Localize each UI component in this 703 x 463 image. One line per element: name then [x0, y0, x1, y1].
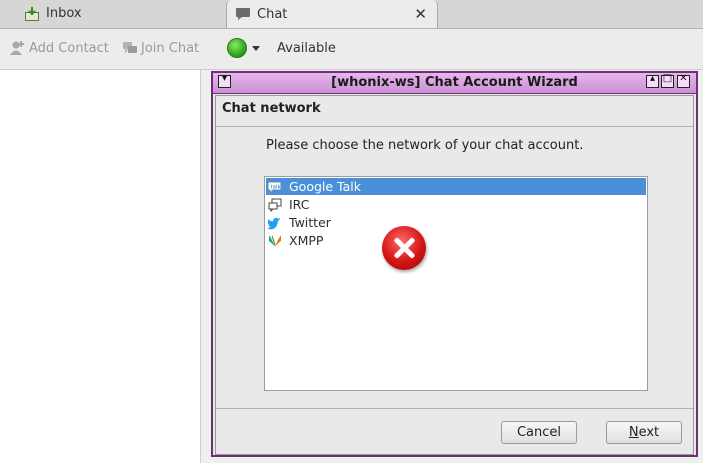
wizard-title: [whonix-ws] Chat Account Wizard	[331, 75, 578, 90]
dropdown-arrow-icon	[252, 45, 260, 51]
tab-chat-label: Chat	[257, 6, 288, 22]
google-talk-icon: talk	[267, 180, 282, 194]
close-icon: ✕	[679, 73, 688, 84]
chat-toolbar: Add Contact Join Chat Available	[0, 29, 703, 70]
close-window-button[interactable]: ✕	[677, 73, 690, 88]
maximize-icon: □	[662, 73, 673, 84]
tab-chat[interactable]: Chat ✕	[226, 0, 438, 28]
join-chat-label: Join Chat	[141, 40, 200, 56]
contacts-pane	[0, 70, 200, 463]
join-chat-button[interactable]: Join Chat	[122, 40, 199, 56]
add-contact-icon	[9, 40, 25, 56]
buttons-divider	[216, 408, 693, 409]
svg-text:talk: talk	[271, 184, 282, 190]
status-selector[interactable]: Available	[227, 38, 336, 58]
maximize-window-button[interactable]: □	[661, 73, 674, 88]
shade-icon: ▴	[649, 73, 656, 84]
heading-divider	[216, 126, 693, 127]
network-item-google-talk[interactable]: talk Google Talk	[266, 178, 646, 195]
next-label-rest: ext	[638, 425, 660, 440]
chat-bubble-icon	[235, 6, 251, 22]
shade-window-button[interactable]: ▴	[646, 73, 659, 88]
status-label: Available	[277, 40, 336, 56]
network-label: IRC	[289, 197, 310, 212]
add-contact-label: Add Contact	[29, 40, 109, 56]
wizard-body: Chat network Please choose the network o…	[215, 95, 694, 455]
network-item-irc[interactable]: IRC	[266, 196, 646, 213]
network-list[interactable]: talk Google Talk IRC Twitter XMPP	[264, 176, 648, 391]
network-label: Google Talk	[289, 179, 361, 194]
wizard-page-heading: Chat network	[222, 101, 321, 116]
error-badge-icon	[382, 226, 426, 270]
next-mnemonic: N	[628, 425, 639, 440]
next-button[interactable]: Next	[606, 421, 682, 444]
wizard-prompt: Please choose the network of your chat a…	[266, 138, 584, 153]
xmpp-icon	[268, 234, 282, 248]
tab-inbox[interactable]: Inbox	[0, 0, 224, 27]
network-item-twitter[interactable]: Twitter	[266, 214, 646, 231]
irc-icon	[268, 198, 282, 212]
wizard-titlebar[interactable]: ▾ [whonix-ws] Chat Account Wizard ▴ □ ✕	[213, 73, 696, 94]
join-chat-icon	[122, 40, 138, 56]
add-contact-button[interactable]: Add Contact	[9, 40, 109, 56]
network-label: Twitter	[289, 215, 331, 230]
tab-strip: Inbox Chat ✕	[0, 0, 703, 29]
inbox-icon	[24, 6, 40, 22]
chat-account-wizard: ▾ [whonix-ws] Chat Account Wizard ▴ □ ✕ …	[211, 71, 698, 457]
twitter-icon	[266, 216, 282, 230]
tab-inbox-label: Inbox	[46, 6, 82, 21]
cancel-button[interactable]: Cancel	[501, 421, 577, 444]
network-item-xmpp[interactable]: XMPP	[266, 232, 646, 249]
close-tab-icon[interactable]: ✕	[414, 5, 427, 23]
status-available-icon	[227, 38, 247, 58]
network-label: XMPP	[289, 233, 324, 248]
